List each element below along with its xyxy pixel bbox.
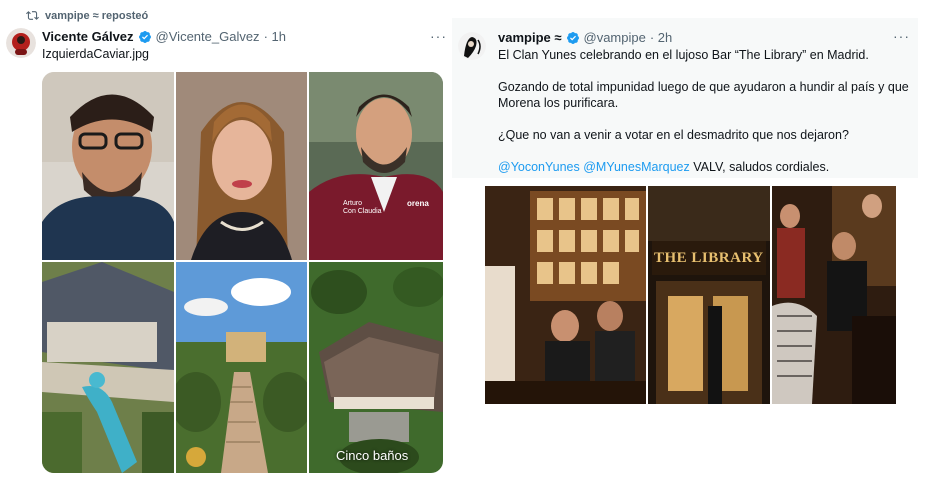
- tweet-line-1: El Clan Yunes celebrando en el lujoso Ba…: [498, 48, 869, 62]
- author-name[interactable]: vampipe ≈: [498, 30, 562, 45]
- mention-link[interactable]: @YoconYunes: [498, 160, 580, 174]
- more-options-button[interactable]: ···: [430, 28, 447, 44]
- tweet-text: IzquierdaCaviar.jpg: [42, 47, 150, 61]
- photo-library-sign[interactable]: THE LIBRARY: [648, 186, 770, 404]
- author-handle[interactable]: @vampipe: [584, 30, 646, 45]
- photo-house-pool[interactable]: [42, 262, 174, 473]
- tweet-line-4-text: VALV, saludos cordiales.: [689, 160, 830, 174]
- post-time[interactable]: · 2h: [650, 30, 672, 45]
- photo-garden-path[interactable]: [176, 262, 307, 473]
- image-grid[interactable]: Arturo Con Claudia orena Cinco baños: [42, 72, 443, 473]
- author-name[interactable]: Vicente Gálvez: [42, 29, 134, 44]
- photo-bar-interior[interactable]: [772, 186, 896, 404]
- photo-man-jacket[interactable]: Arturo Con Claudia orena: [309, 72, 443, 260]
- jacket-text: Arturo Con Claudia: [343, 200, 382, 215]
- repost-icon: [26, 11, 39, 20]
- photo-man-glasses[interactable]: [42, 72, 174, 260]
- tweet-card[interactable]: vampipe ≈ @vampipe · 2h ··· El Clan Yune…: [452, 0, 928, 482]
- author-line: Vicente Gálvez @Vicente_Galvez · 1h: [42, 29, 286, 44]
- tweet-body: El Clan Yunes celebrando en el lujoso Ba…: [498, 47, 918, 175]
- more-options-button[interactable]: ···: [893, 28, 910, 44]
- tweet-line-2a: Gozando de total impunidad luego de que …: [498, 80, 909, 94]
- verified-badge-icon: [138, 30, 151, 43]
- reposted-tweet-card[interactable]: vampipe ≈ reposteó Vicente Gálvez @Vicen…: [0, 0, 452, 482]
- author-line: vampipe ≈ @vampipe · 2h: [498, 30, 672, 45]
- post-time[interactable]: · 1h: [264, 29, 286, 44]
- mention-link[interactable]: @MYunesMarquez: [583, 160, 690, 174]
- repost-indicator[interactable]: vampipe ≈ reposteó: [26, 9, 148, 22]
- author-avatar[interactable]: [458, 32, 486, 60]
- image-caption: Cinco baños: [336, 448, 409, 463]
- jacket-logo-text: orena: [407, 199, 429, 208]
- verified-badge-icon: [566, 31, 579, 44]
- tweet-line-3: ¿Que no van a venir a votar en el desmad…: [498, 128, 849, 142]
- tweet-line-2b: Morena los purificara.: [498, 96, 619, 110]
- photo-aerial-house[interactable]: [309, 262, 443, 473]
- photo-woman[interactable]: [176, 72, 307, 260]
- bar-sign-text: THE LIBRARY: [654, 250, 764, 266]
- repost-label: vampipe ≈ reposteó: [45, 9, 149, 22]
- tweet-line-4: @YoconYunes @MYunesMarquez VALV, saludos…: [498, 159, 918, 175]
- photo-bar-table[interactable]: [485, 186, 646, 404]
- author-avatar[interactable]: [6, 28, 36, 58]
- author-handle[interactable]: @Vicente_Galvez: [156, 29, 260, 44]
